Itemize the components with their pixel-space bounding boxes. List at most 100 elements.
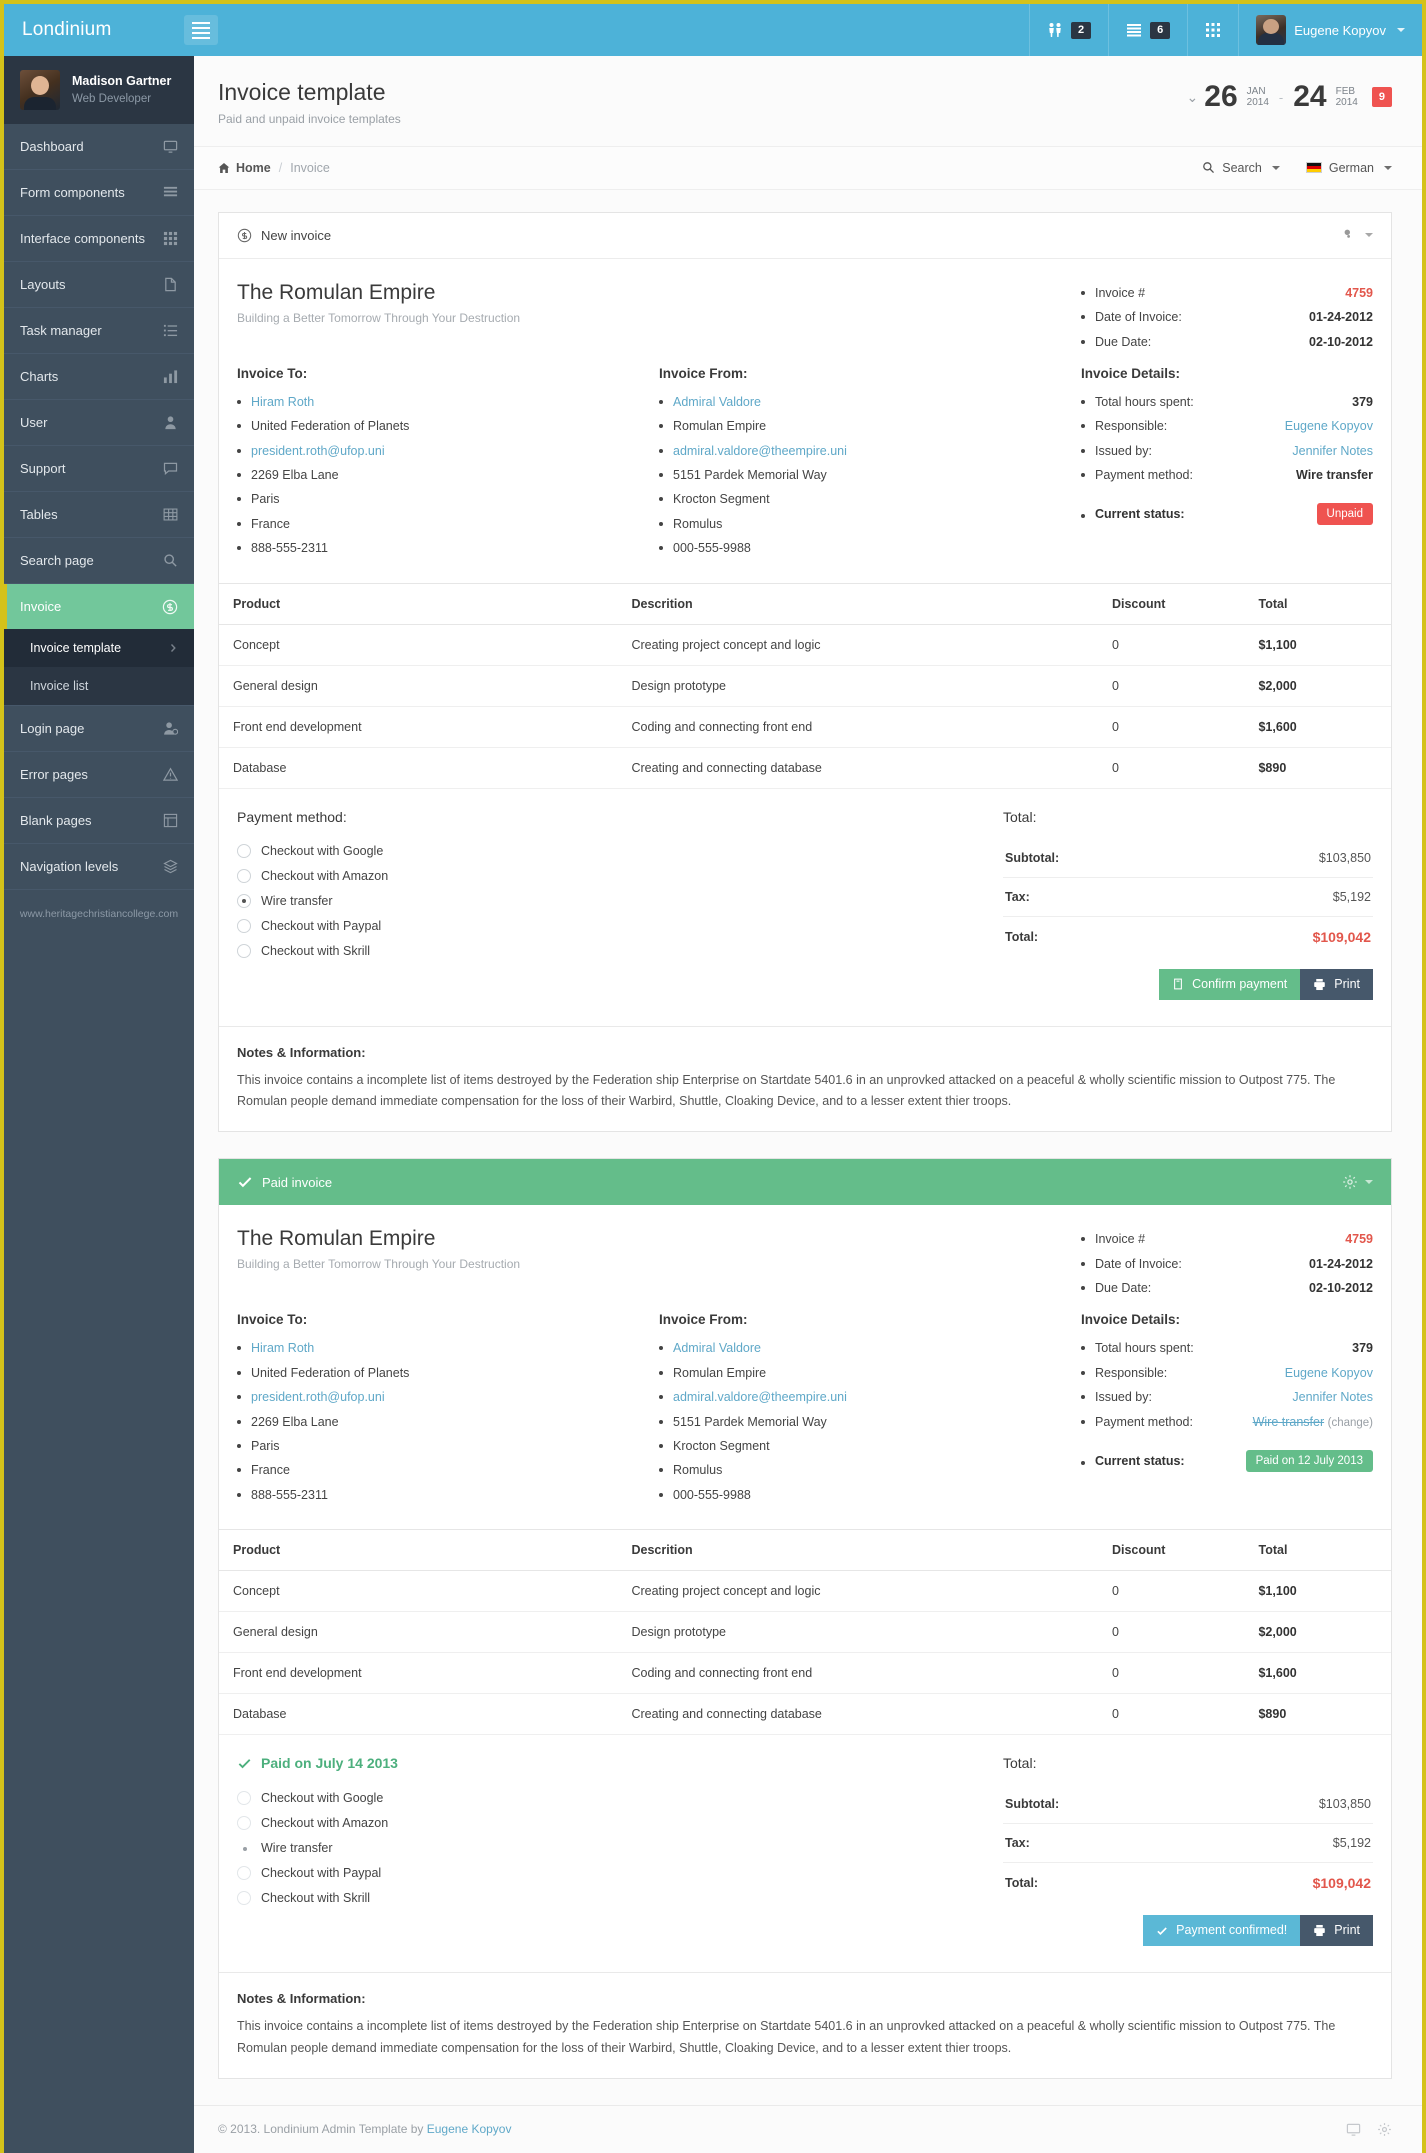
radio-checkout-skrill[interactable]: Checkout with Skrill xyxy=(237,939,973,964)
chevron-down-icon[interactable] xyxy=(1365,233,1373,238)
unpaid-panel-tools[interactable] xyxy=(1342,227,1373,243)
breadcrumb-home[interactable]: Home xyxy=(218,161,271,175)
radio-icon-selected[interactable] xyxy=(237,1841,251,1855)
sidebar: Madison Gartner Web Developer Dashboard … xyxy=(4,56,194,2153)
contact-name-link[interactable]: Hiram Roth xyxy=(251,395,314,409)
sidebar-link-invoice-list[interactable]: Invoice list xyxy=(4,667,194,705)
list-item: 000-555-9988 xyxy=(659,1483,1065,1507)
chevron-down-icon xyxy=(1397,28,1405,32)
sidebar-link-interface-components[interactable]: Interface components xyxy=(4,216,194,261)
sidebar-label-invoice-list: Invoice list xyxy=(30,679,89,693)
detail-value-link[interactable]: Jennifer Notes xyxy=(1292,1385,1373,1409)
date-range-picker[interactable]: ⌄ 26 JAN 2014 - 24 FEB 2014 9 xyxy=(1187,78,1392,112)
brand-logo[interactable]: Londinium xyxy=(4,19,194,41)
total-value: $103,850 xyxy=(1318,850,1371,865)
gear-icon[interactable] xyxy=(1377,2122,1392,2137)
detail-value-link[interactable]: Eugene Kopyov xyxy=(1285,1361,1373,1385)
payment-method-strikethrough[interactable]: Wire transfer xyxy=(1253,1415,1325,1429)
navbar-users-button[interactable]: 2 xyxy=(1028,4,1108,56)
radio-icon-selected[interactable] xyxy=(237,894,251,908)
sidebar-link-layouts[interactable]: Layouts xyxy=(4,262,194,307)
contact-email-link[interactable]: president.roth@ufop.uni xyxy=(251,1390,385,1404)
radio-icon[interactable] xyxy=(237,1865,251,1880)
radio-icon[interactable] xyxy=(237,919,251,933)
sidebar-item-blank-pages: Blank pages xyxy=(4,798,194,844)
radio-icon[interactable] xyxy=(237,869,251,883)
sidebar-profile[interactable]: Madison Gartner Web Developer xyxy=(4,56,194,124)
monitor-icon[interactable] xyxy=(1346,2122,1361,2137)
contact-phone: 888-555-2311 xyxy=(251,541,328,556)
radio-icon[interactable] xyxy=(237,1815,251,1830)
radio-icon[interactable] xyxy=(237,1790,251,1805)
sidebar-link-form-components[interactable]: Form components xyxy=(4,170,194,215)
contact-email-link[interactable]: admiral.valdore@theempire.uni xyxy=(673,1390,847,1404)
meta-label: Due Date: xyxy=(1095,1281,1152,1295)
contact-city: Paris xyxy=(251,492,280,507)
cell-description: Design prototype xyxy=(617,665,1098,707)
contact-name-link[interactable]: Hiram Roth xyxy=(251,1341,314,1355)
gear-icon[interactable] xyxy=(1342,227,1358,243)
sidebar-link-dashboard[interactable]: Dashboard xyxy=(4,124,194,169)
contact-street: 2269 Elba Lane xyxy=(251,1414,339,1429)
radio-checkout-amazon[interactable]: Checkout with Amazon xyxy=(237,1810,973,1835)
hamburger-icon[interactable] xyxy=(184,15,218,45)
paid-panel-header: Paid invoice xyxy=(219,1159,1391,1206)
navbar-messages-button[interactable]: 6 xyxy=(1108,4,1187,56)
sidebar-link-login-page[interactable]: Login page xyxy=(4,706,194,751)
radio-checkout-paypal[interactable]: Checkout with Paypal xyxy=(237,914,973,939)
gear-icon[interactable] xyxy=(1342,1174,1358,1190)
confirm-payment-label: Confirm payment xyxy=(1192,976,1288,991)
sidebar-link-charts[interactable]: Charts xyxy=(4,354,194,399)
radio-icon[interactable] xyxy=(237,944,251,958)
paid-invoice-to: Invoice To: Hiram Roth United Federation… xyxy=(237,1312,643,1507)
print-button[interactable]: Print xyxy=(1300,968,1373,1000)
breadcrumb: Home / Invoice xyxy=(218,161,330,175)
chevron-down-icon[interactable] xyxy=(1365,1180,1373,1185)
sidebar-link-user[interactable]: User xyxy=(4,400,194,445)
navbar-apps-button[interactable] xyxy=(1187,4,1238,56)
radio-label: Wire transfer xyxy=(261,894,333,908)
navbar-user-menu[interactable]: Eugene Kopyov xyxy=(1238,4,1422,56)
sidebar-link-support[interactable]: Support xyxy=(4,446,194,491)
sidebar-link-invoice[interactable]: Invoice xyxy=(4,584,194,629)
radio-icon[interactable] xyxy=(237,1890,251,1905)
detail-value-link[interactable]: Eugene Kopyov xyxy=(1285,414,1373,438)
radio-checkout-skrill[interactable]: Checkout with Skrill xyxy=(237,1885,973,1910)
unpaid-invoice-from: Invoice From: Admiral Valdore Romulan Em… xyxy=(659,366,1065,561)
payment-method-change-link[interactable]: (change) xyxy=(1328,1417,1373,1429)
col-total: Total xyxy=(1244,582,1391,625)
language-dropdown[interactable]: German xyxy=(1305,161,1392,175)
sidebar-link-error-pages[interactable]: Error pages xyxy=(4,752,194,797)
radio-checkout-amazon[interactable]: Checkout with Amazon xyxy=(237,864,973,889)
contact-email-link[interactable]: president.roth@ufop.uni xyxy=(251,444,385,458)
list-item: Romulus xyxy=(659,512,1065,536)
contact-name-link[interactable]: Admiral Valdore xyxy=(673,1341,761,1355)
check-icon xyxy=(237,1174,253,1190)
radio-checkout-paypal[interactable]: Checkout with Paypal xyxy=(237,1860,973,1885)
detail-value-link[interactable]: Jennifer Notes xyxy=(1292,439,1373,463)
confirm-payment-button[interactable]: Confirm payment xyxy=(1159,968,1301,1000)
payment-confirmed-button[interactable]: Payment confirmed! xyxy=(1143,1915,1301,1946)
sidebar-link-tables[interactable]: Tables xyxy=(4,492,194,537)
radio-checkout-google[interactable]: Checkout with Google xyxy=(237,839,973,864)
contact-email-link[interactable]: admiral.valdore@theempire.uni xyxy=(673,444,847,458)
radio-checkout-google[interactable]: Checkout with Google xyxy=(237,1785,973,1810)
search-dropdown[interactable]: Search xyxy=(1202,161,1280,175)
radio-wire-transfer[interactable]: Wire transfer xyxy=(237,1835,973,1860)
radio-wire-transfer[interactable]: Wire transfer xyxy=(237,889,973,914)
contact-street: 5151 Pardek Memorial Way xyxy=(673,468,827,482)
sidebar-link-task-manager[interactable]: Task manager xyxy=(4,308,194,353)
sidebar-link-invoice-template[interactable]: Invoice template xyxy=(4,629,194,667)
print-button[interactable]: Print xyxy=(1300,1915,1373,1946)
footer-author-link[interactable]: Eugene Kopyov xyxy=(427,2122,512,2136)
radio-icon[interactable] xyxy=(237,844,251,858)
paid-panel-tools[interactable] xyxy=(1342,1174,1373,1190)
sidebar-link-blank-pages[interactable]: Blank pages xyxy=(4,798,194,843)
contact-name-link[interactable]: Admiral Valdore xyxy=(673,395,761,409)
sidebar-item-task-manager: Task manager xyxy=(4,308,194,354)
sidebar-link-navigation-levels[interactable]: Navigation levels xyxy=(4,844,194,889)
date-to-day: 24 xyxy=(1293,80,1327,113)
date-range-badge: 9 xyxy=(1371,87,1392,107)
sidebar-link-search-page[interactable]: Search page xyxy=(4,538,194,583)
sidebar-label-user: User xyxy=(20,415,48,430)
